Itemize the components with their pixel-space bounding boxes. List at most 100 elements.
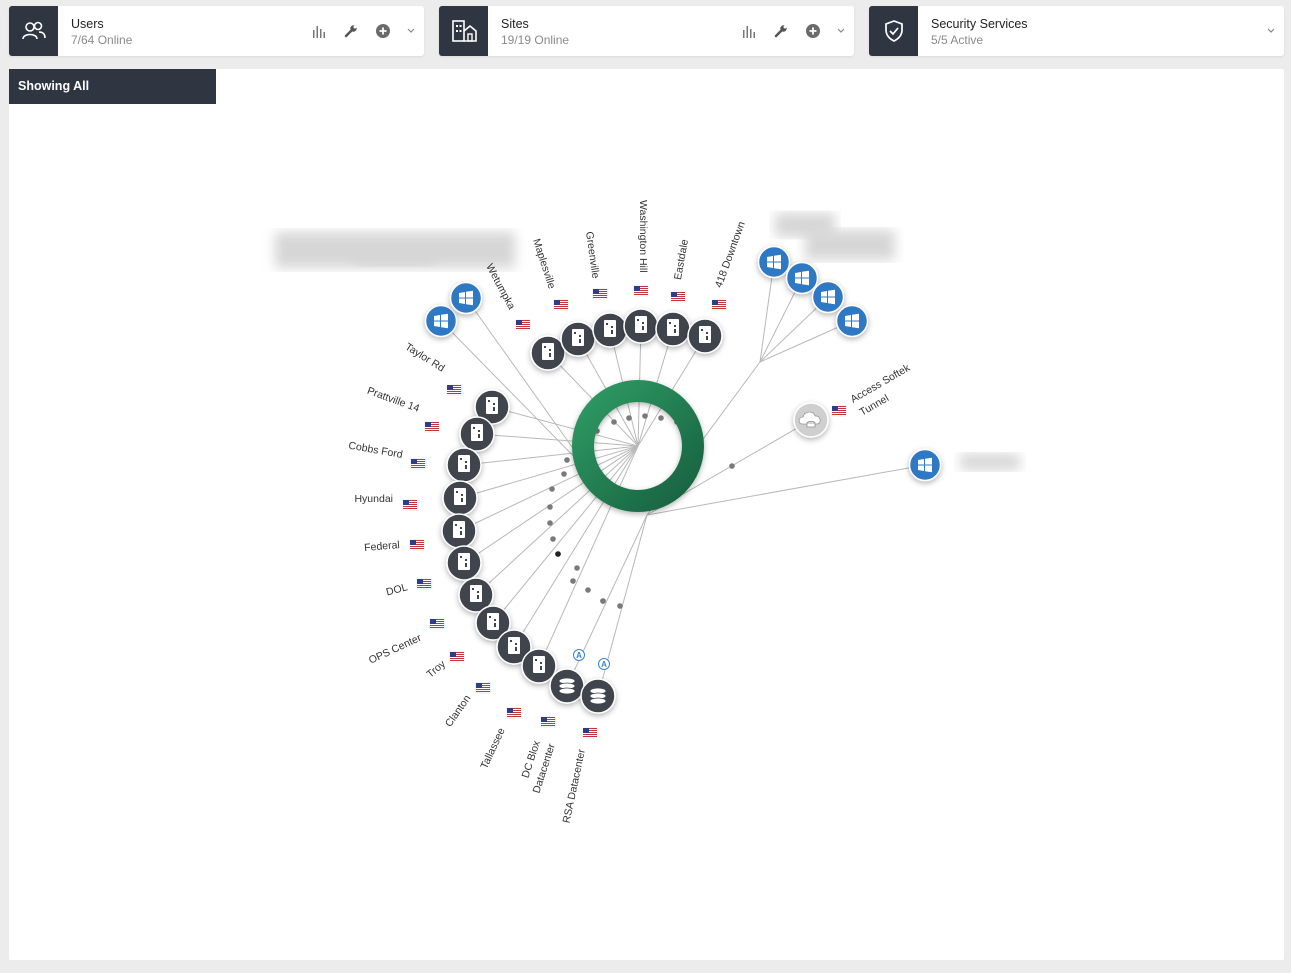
us-flag-icon [416,578,432,590]
windows-node-icon[interactable] [449,281,483,315]
us-flag-icon [506,707,522,719]
site-node[interactable] [623,308,659,344]
add-circle-icon[interactable] [804,22,822,40]
users-title: Users [71,17,104,31]
bar-chart-icon[interactable] [740,22,758,40]
us-flag-icon [429,618,445,630]
windows-node-icon[interactable] [835,304,869,338]
users-icon [9,6,58,56]
site-label: Wetumpka [483,262,517,312]
link-dot [550,536,556,542]
badge-a-icon: A [598,658,610,670]
us-flag-icon [449,651,465,663]
us-flag-icon [475,682,491,694]
link-dot [564,457,570,463]
svg-text:A: A [601,660,607,669]
site-label: Hyundai [354,493,393,505]
site-label: OPS Center [367,632,424,667]
us-flag-icon [582,727,598,739]
sites-card[interactable]: Sites 19/19 Online [439,6,854,56]
site-label: Tallassee [478,726,507,771]
site-node[interactable] [446,545,482,581]
site-node[interactable] [592,312,628,348]
site-label: Cobbs Ford [347,440,403,461]
us-flag-icon [540,716,556,728]
us-flag-icon [553,299,569,311]
us-flag-icon [592,288,608,300]
site-node[interactable] [442,480,478,516]
site-label: DOL [385,581,409,598]
cloud-tunnel-icon[interactable] [793,402,829,438]
link-dot [547,520,553,526]
sites-status: 19/19 Online [501,33,570,47]
security-title: Security Services [931,17,1028,31]
link-dot [626,415,632,421]
windows-node-icon[interactable] [757,245,791,279]
security-services-card[interactable]: Security Services 5/5 Active [869,6,1284,56]
site-node[interactable] [687,318,723,354]
chevron-down-icon[interactable] [836,22,846,40]
redacted-blur [960,454,1020,470]
wrench-icon[interactable] [772,22,790,40]
windows-node-icon[interactable] [785,261,819,295]
site-node[interactable] [441,513,477,549]
wrench-icon[interactable] [342,22,360,40]
link-dot [570,578,576,584]
showing-all-filter[interactable]: Showing All [9,69,216,104]
us-flag-icon [633,285,649,297]
datacenter-node[interactable] [549,668,585,704]
network-topology[interactable]: A A Taylor Rd Prattville 14 Cobbs Ford Hyund… [9,69,1284,960]
site-label: Prattville 14 [365,385,421,415]
users-card[interactable]: Users 7/64 Online [9,6,424,56]
windows-node-icon[interactable] [424,304,458,338]
site-node[interactable] [655,311,691,347]
shield-check-icon [869,6,918,56]
site-node[interactable] [446,447,482,483]
site-label: Taylor Rd [403,341,447,375]
link-dot [555,551,561,557]
link-dot [585,587,591,593]
site-node[interactable] [521,648,557,684]
link-dot [617,603,623,609]
building-icon [439,6,488,56]
datacenter-label: RSA Datacenter [561,748,588,825]
site-label: Greenville [583,231,601,280]
users-status: 7/64 Online [71,33,133,47]
site-node[interactable] [530,335,566,371]
svg-text:A: A [576,651,582,660]
us-flag-icon [831,405,847,417]
link-dot [549,486,555,492]
datacenter-node[interactable] [580,678,616,714]
link-dot [642,413,648,419]
us-flag-icon [711,299,727,311]
site-node[interactable] [560,321,596,357]
security-status: 5/5 Active [931,33,984,47]
us-flag-icon [424,421,440,433]
link-line [475,445,639,596]
link-dot [574,565,580,571]
us-flag-icon [670,291,686,303]
windows-node-icon[interactable] [811,280,845,314]
link-dot [547,504,553,510]
site-label: 418 Downtown [713,220,748,290]
link-dot [600,598,606,604]
link-dot [561,471,567,477]
badge-a-icon: A [573,649,585,661]
link-dot [658,415,664,421]
site-label: Maplesville [530,237,558,290]
us-flag-icon [409,539,425,551]
us-flag-icon [515,319,531,331]
windows-node-icon[interactable] [908,448,942,482]
topology-panel: A A Taylor Rd Prattville 14 Cobbs Ford Hyund… [9,69,1284,960]
chevron-down-icon[interactable] [1266,22,1276,40]
site-label: Troy [424,658,448,681]
bar-chart-icon[interactable] [310,22,328,40]
link-dot [611,419,617,425]
redacted-blur [775,213,835,237]
us-flag-icon [446,384,462,396]
link-line [463,445,639,466]
add-circle-icon[interactable] [374,22,392,40]
site-label: Washington Hill [637,200,649,273]
chevron-down-icon[interactable] [406,22,416,40]
site-node[interactable] [459,416,495,452]
